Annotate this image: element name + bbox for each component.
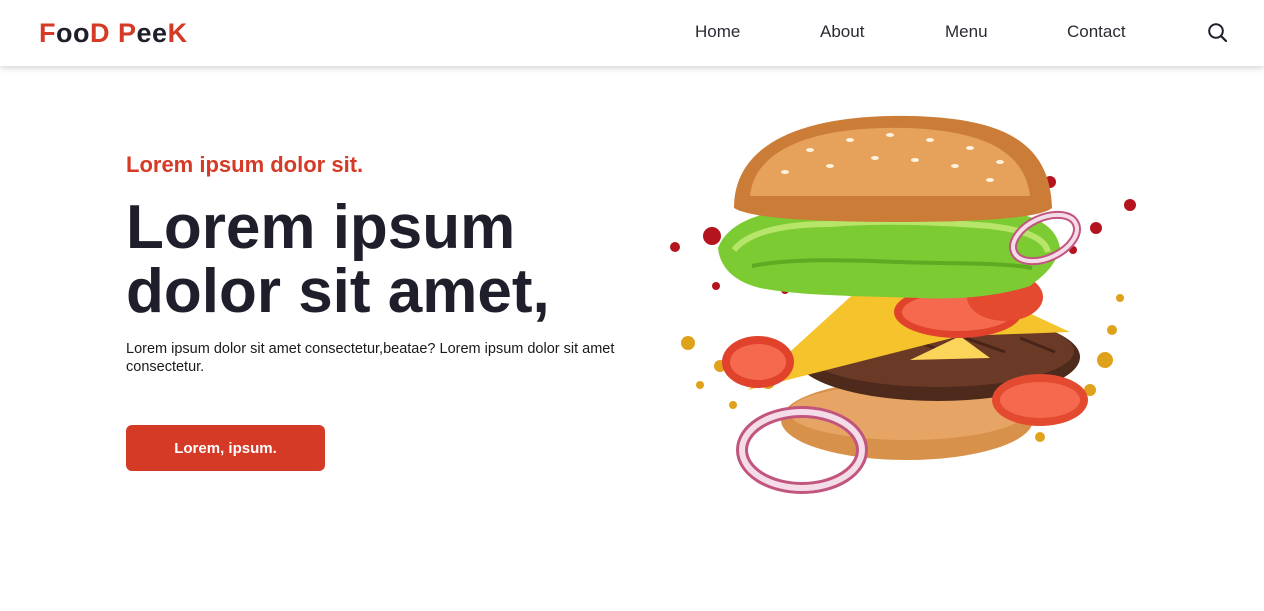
burger-image bbox=[670, 115, 1136, 494]
logo-letter: P bbox=[118, 18, 137, 48]
logo-letter: D bbox=[90, 18, 110, 48]
search-icon bbox=[1208, 23, 1228, 43]
search-button[interactable] bbox=[1206, 21, 1230, 45]
nav-link-home[interactable]: Home bbox=[695, 22, 740, 42]
logo-letter bbox=[110, 18, 118, 48]
hero-kicker: Lorem ipsum dolor sit. bbox=[126, 152, 364, 177]
logo-letter: ee bbox=[136, 18, 168, 48]
nav-link-contact[interactable]: Contact bbox=[1067, 22, 1126, 42]
logo-letter: oo bbox=[56, 18, 90, 48]
logo-letter: K bbox=[167, 18, 188, 48]
nav-link-about[interactable]: About bbox=[820, 22, 864, 42]
hero-headline: Lorem ipsum dolor sit amet, bbox=[126, 193, 550, 326]
hero-cta-button[interactable]: Lorem, ipsum. bbox=[126, 425, 325, 471]
logo-letter: F bbox=[39, 18, 56, 48]
brand-logo[interactable]: FooD PeeK bbox=[39, 17, 188, 49]
hero-description: Lorem ipsum dolor sit amet consectetur,b… bbox=[126, 341, 615, 375]
hero-section: Lorem ipsum dolor sit. Lorem ipsum dolor… bbox=[0, 66, 1264, 611]
nav-link-menu[interactable]: Menu bbox=[945, 22, 988, 42]
navbar: FooD PeeK Home About Menu Contact bbox=[0, 0, 1264, 66]
